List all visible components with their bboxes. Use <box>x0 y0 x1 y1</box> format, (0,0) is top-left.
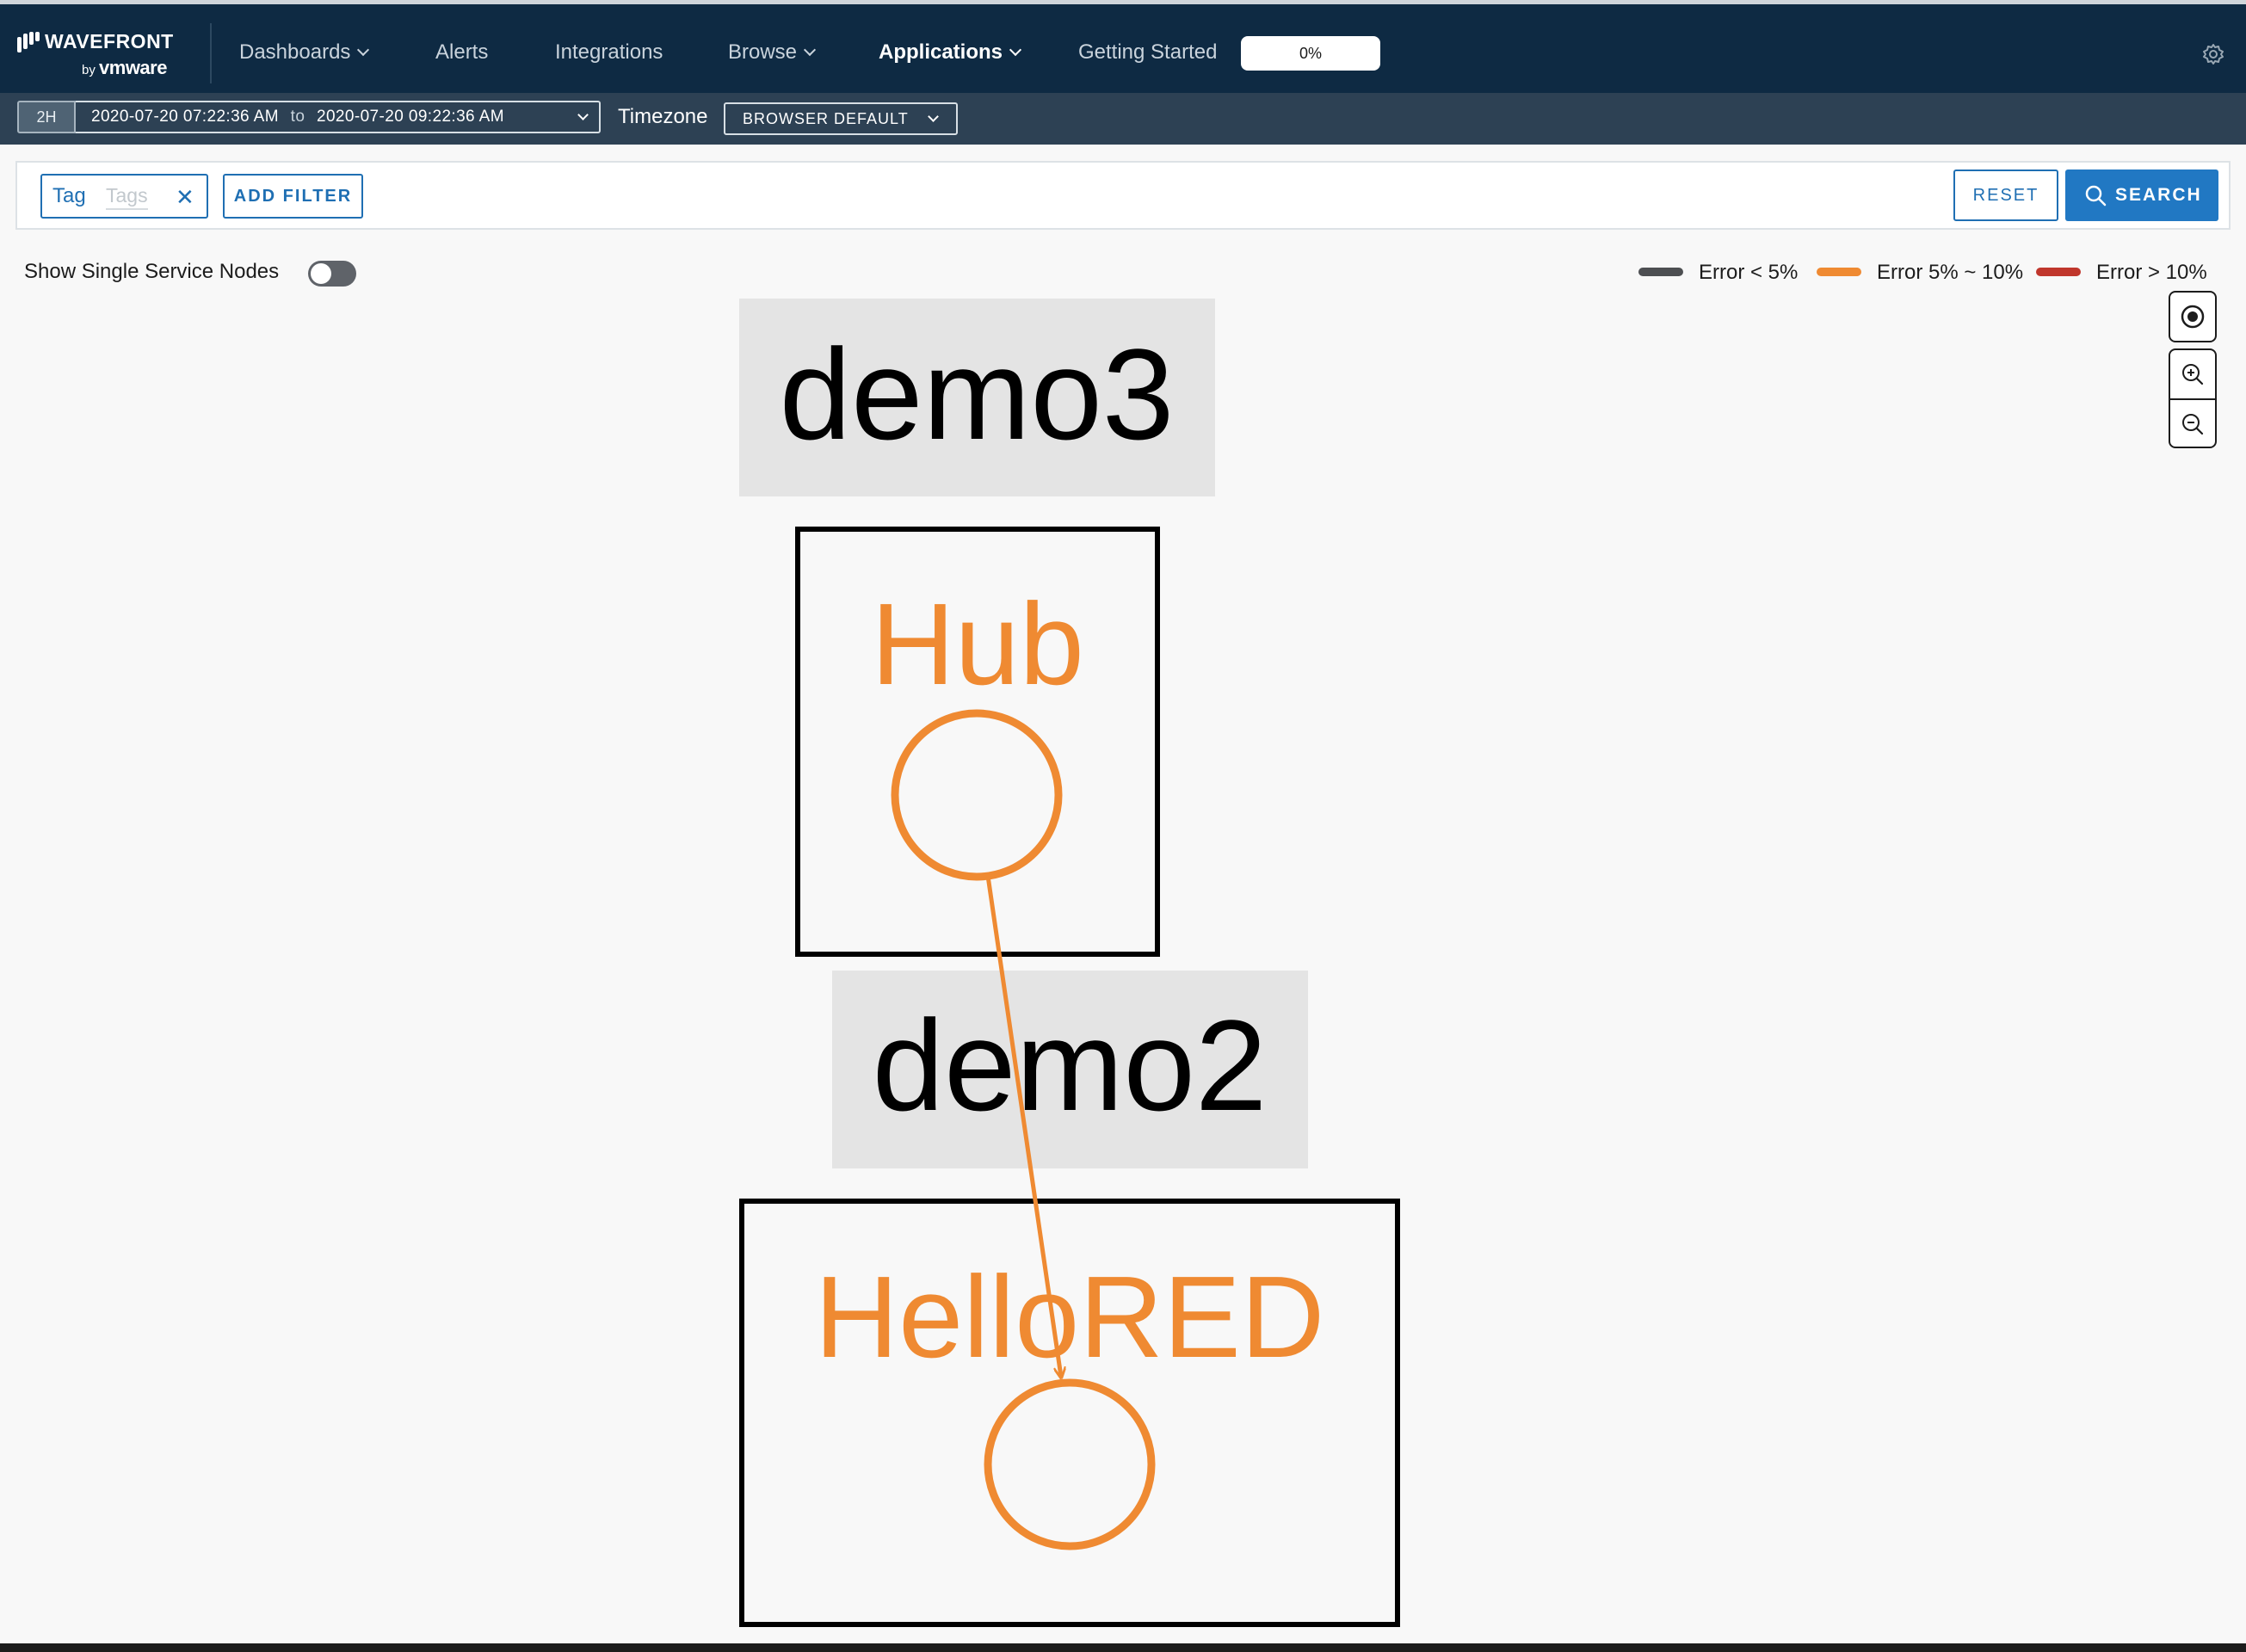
service-name: Hub <box>871 579 1084 709</box>
application-group-demo2[interactable]: demo2 <box>832 971 1308 1168</box>
service-name: HelloRED <box>815 1252 1325 1382</box>
bottom-scrollbar-strip <box>0 1643 2246 1652</box>
service-node-hellored[interactable]: HelloRED <box>739 1199 1400 1627</box>
service-status-circle[interactable] <box>891 709 1063 881</box>
application-name: demo2 <box>873 993 1268 1137</box>
service-status-circle[interactable] <box>984 1378 1156 1550</box>
application-group-demo3[interactable]: demo3 <box>739 299 1215 496</box>
service-node-hub[interactable]: Hub <box>795 527 1160 957</box>
application-name: demo3 <box>780 322 1175 466</box>
service-map[interactable]: demo3 Hub demo2 HelloRED <box>0 0 2246 1652</box>
